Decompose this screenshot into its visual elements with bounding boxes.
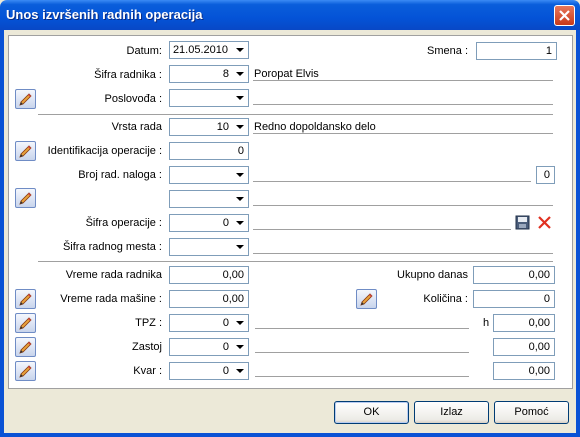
identifikacija-label: Identifikacija operacije : <box>47 145 162 157</box>
broj-naloga-count-field[interactable]: 0 <box>536 166 555 184</box>
vreme-masine-label: Vreme rada mašine : <box>60 293 162 305</box>
chevron-down-icon[interactable] <box>233 340 247 354</box>
datum-label: Datum: <box>126 45 162 57</box>
pencil-icon <box>19 341 32 354</box>
zastoj-label: Zastoj <box>132 341 162 353</box>
pencil-icon <box>19 93 32 106</box>
chevron-down-icon[interactable] <box>233 43 247 57</box>
pomoc-button[interactable]: Pomoć <box>494 401 569 424</box>
pencil-icon <box>19 293 32 306</box>
ok-button[interactable]: OK <box>334 401 409 424</box>
radnik-name: Poropat Elvis <box>254 68 319 80</box>
ukupno-label: Ukupno danas <box>397 269 468 281</box>
broj-naloga-label: Broj rad. naloga : <box>78 169 162 181</box>
izlaz-button[interactable]: Izlaz <box>414 401 489 424</box>
kvar-hours-field[interactable]: 0,00 <box>493 362 555 380</box>
nalog-detail-combo[interactable] <box>169 190 249 208</box>
red-x-icon[interactable] <box>537 215 552 230</box>
sifra-operacije-combo[interactable]: 0 <box>169 214 249 232</box>
chevron-down-icon[interactable] <box>233 67 247 81</box>
kvar-combo[interactable]: 0 <box>169 362 249 380</box>
kolicina-label: Količina : <box>423 293 468 305</box>
edit-kvar-button[interactable] <box>15 361 36 381</box>
zastoj-combo[interactable]: 0 <box>169 338 249 356</box>
edit-nalog-button[interactable] <box>15 188 36 208</box>
poslovodja-combo[interactable] <box>169 89 249 107</box>
zastoj-hours-field[interactable]: 0,00 <box>493 338 555 356</box>
floppy-disk-icon[interactable] <box>515 215 530 230</box>
poslovodja-label: Poslovođa : <box>104 93 162 105</box>
chevron-down-icon[interactable] <box>233 316 247 330</box>
vrsta-rada-combo[interactable]: 10 <box>169 118 249 136</box>
smena-label: Smena : <box>427 45 468 57</box>
ukupno-field[interactable]: 0,00 <box>473 266 555 284</box>
broj-naloga-combo[interactable] <box>169 166 249 184</box>
close-button[interactable] <box>554 5 575 26</box>
edit-vreme-masine-button[interactable] <box>15 289 36 309</box>
pencil-icon <box>19 317 32 330</box>
kvar-label: Kvar : <box>133 365 162 377</box>
chevron-down-icon[interactable] <box>233 91 247 105</box>
sifra-mesta-combo[interactable] <box>169 238 249 256</box>
tpz-hours-field[interactable]: 0,00 <box>493 314 555 332</box>
sifra-radnika-combo[interactable]: 8 <box>169 65 249 83</box>
tpz-combo[interactable]: 0 <box>169 314 249 332</box>
vrsta-rada-label: Vrsta rada <box>111 121 162 133</box>
sifra-operacije-label: Šifra operacije : <box>85 217 162 229</box>
sifra-radnika-label: Šifra radnika : <box>94 69 162 81</box>
vrsta-rada-name: Redno dopoldansko delo <box>254 121 376 133</box>
identifikacija-field[interactable]: 0 <box>169 142 249 160</box>
chevron-down-icon[interactable] <box>233 192 247 206</box>
chevron-down-icon[interactable] <box>233 120 247 134</box>
chevron-down-icon[interactable] <box>233 216 247 230</box>
pencil-icon <box>360 293 373 306</box>
pencil-icon <box>19 192 32 205</box>
edit-poslovodja-button[interactable] <box>15 89 36 109</box>
pencil-icon <box>19 145 32 158</box>
vreme-radnika-label: Vreme rada radnika <box>65 269 162 281</box>
sifra-mesta-label: Šifra radnog mesta : <box>62 241 162 253</box>
smena-field[interactable]: 1 <box>476 42 557 60</box>
edit-zastoj-button[interactable] <box>15 337 36 357</box>
edit-kolicina-button[interactable] <box>356 289 377 309</box>
chevron-down-icon[interactable] <box>233 240 247 254</box>
title-bar: Unos izvršenih radnih operacija <box>0 0 580 30</box>
datum-picker[interactable]: 21.05.2010 <box>169 41 249 59</box>
vreme-masine-field[interactable]: 0,00 <box>169 290 249 308</box>
edit-tpz-button[interactable] <box>15 313 36 333</box>
vreme-radnika-field[interactable]: 0,00 <box>169 266 249 284</box>
h-label: h <box>483 317 490 329</box>
tpz-label: TPZ : <box>135 317 162 329</box>
chevron-down-icon[interactable] <box>233 168 247 182</box>
window-title: Unos izvršenih radnih operacija <box>6 7 203 22</box>
form-panel <box>8 35 573 389</box>
kolicina-field[interactable]: 0 <box>473 290 555 308</box>
close-icon <box>559 10 570 21</box>
pencil-icon <box>19 365 32 378</box>
edit-identifikacija-button[interactable] <box>15 141 36 161</box>
chevron-down-icon[interactable] <box>233 364 247 378</box>
